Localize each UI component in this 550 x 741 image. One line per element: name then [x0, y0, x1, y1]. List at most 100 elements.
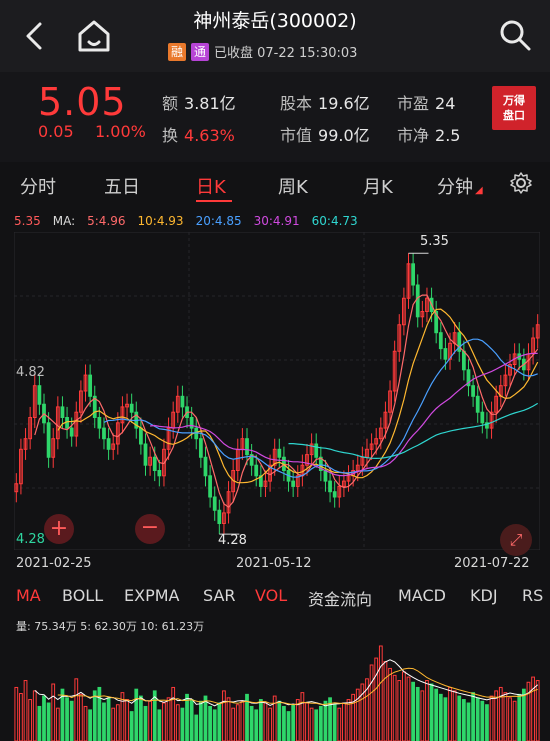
y-label-low: 4.28: [16, 532, 45, 547]
candle-body: [411, 263, 415, 286]
candle-body: [254, 464, 259, 477]
volume-bar: [521, 688, 526, 741]
volume-bar: [318, 705, 323, 741]
volume-bar: [222, 690, 226, 741]
volume-bar: [208, 705, 212, 741]
volume-bar: [157, 709, 162, 741]
fullscreen-expand-icon[interactable]: ⤢: [500, 524, 532, 556]
volume-bar: [369, 664, 374, 741]
ma5-line: [34, 294, 539, 508]
search-icon[interactable]: [496, 16, 534, 54]
margin-trading-badge: 融: [168, 42, 186, 61]
candlestick-chart[interactable]: [14, 232, 540, 550]
status-line: 融 通 已收盘 07-22 15:30:03: [168, 42, 357, 61]
volume-bar: [19, 693, 23, 741]
caret-down-icon: ◢: [475, 185, 483, 196]
indicator-kdj[interactable]: KDJ: [470, 586, 498, 605]
volume-bar: [235, 704, 240, 741]
zoom-out-button[interactable]: −: [135, 514, 165, 544]
candle-body: [443, 348, 448, 360]
volume-bar: [180, 707, 185, 741]
y-label-mid: 4.82: [16, 365, 45, 380]
market-cap: 市值 99.0亿: [280, 126, 370, 145]
high-marker-label: 5.35: [420, 234, 449, 249]
volume-bar: [171, 686, 176, 741]
indicator-vol[interactable]: VOL: [255, 586, 287, 605]
volume-bar: [102, 702, 106, 741]
volume-bar: [198, 700, 203, 741]
volume-bar: [106, 697, 111, 741]
volume-bar: [411, 681, 415, 741]
candle-body: [102, 427, 106, 440]
candle-body: [291, 480, 296, 487]
volume-bar: [162, 702, 166, 741]
volume-bar: [282, 705, 286, 741]
ma-legend: 5.35 MA: 5:4.96 10:4.93 20:4.85 30:4.91 …: [14, 214, 358, 228]
settings-gear-icon[interactable]: [510, 172, 532, 194]
volume-chart[interactable]: [14, 636, 540, 741]
candle-body: [328, 480, 332, 493]
volume-bar: [448, 686, 452, 741]
price-change: 0.05: [38, 122, 74, 141]
volume-bar: [286, 711, 291, 741]
volume-bar: [14, 686, 19, 741]
candle-body: [88, 374, 93, 397]
volume-bar: [355, 688, 360, 741]
legend-ma-label: MA:: [52, 214, 76, 228]
volume-bar: [420, 690, 425, 741]
zoom-in-button[interactable]: +: [44, 514, 74, 544]
candle-body: [203, 456, 208, 477]
indicator-fund-flow[interactable]: 资金流向: [308, 586, 372, 610]
low-marker-label: 4.28: [218, 533, 247, 548]
volume-bar: [111, 707, 116, 741]
volume-bar: [148, 700, 152, 741]
volume-bar: [397, 680, 402, 741]
volume-bar: [402, 671, 406, 741]
volume-bar: [480, 700, 485, 741]
volume-bar: [342, 702, 346, 741]
candle-body: [415, 284, 420, 318]
candle-body: [139, 427, 143, 445]
turnover-rate: 换 4.63%: [162, 126, 235, 145]
candle-body: [212, 496, 217, 511]
indicator-boll[interactable]: BOLL: [62, 586, 103, 605]
tab-five-day[interactable]: 五日: [104, 173, 140, 199]
wind-label-bottom: 盘口: [503, 109, 525, 122]
x-label-mid: 2021-05-12: [236, 556, 312, 571]
tab-daily-k[interactable]: 日K: [196, 173, 226, 199]
pb-ratio: 市净 2.5: [397, 126, 461, 145]
volume-bar: [392, 674, 397, 741]
volume-bar: [240, 700, 245, 741]
volume-bar: [115, 704, 120, 741]
volume-bar: [508, 697, 512, 741]
volume-bar: [46, 702, 51, 741]
indicator-macd[interactable]: MACD: [398, 586, 446, 605]
wind-order-book-button[interactable]: 万得 盘口: [492, 86, 536, 130]
tab-intraday[interactable]: 分时: [20, 173, 56, 199]
candle-body: [97, 417, 102, 429]
volume-bar: [88, 709, 93, 741]
volume-bar: [475, 697, 480, 741]
volume-bar: [37, 705, 42, 741]
volume-bar: [485, 704, 489, 741]
volume-bar: [531, 676, 535, 741]
volume-bar: [249, 705, 254, 741]
indicator-ma[interactable]: MA: [16, 586, 41, 605]
tab-minute[interactable]: 分钟 ◢: [437, 173, 483, 199]
volume-bar: [166, 697, 171, 741]
indicator-sar[interactable]: SAR: [203, 586, 236, 605]
indicator-expma[interactable]: EXPMA: [124, 586, 179, 605]
volume-bar: [194, 714, 199, 741]
volume-bar: [139, 695, 143, 741]
volume-bar: [383, 661, 388, 741]
tab-monthly-k[interactable]: 月K: [363, 173, 393, 199]
indicator-rsi[interactable]: RS: [522, 586, 543, 605]
volume-bar: [217, 702, 222, 741]
volume-bar: [69, 700, 74, 741]
tab-weekly-k[interactable]: 周K: [278, 173, 308, 199]
volume-bar: [471, 692, 475, 741]
volume-bar: [300, 692, 305, 741]
legend-ma10: 10:4.93: [137, 214, 184, 228]
volume-bar: [503, 692, 508, 741]
candle-body: [69, 427, 74, 437]
